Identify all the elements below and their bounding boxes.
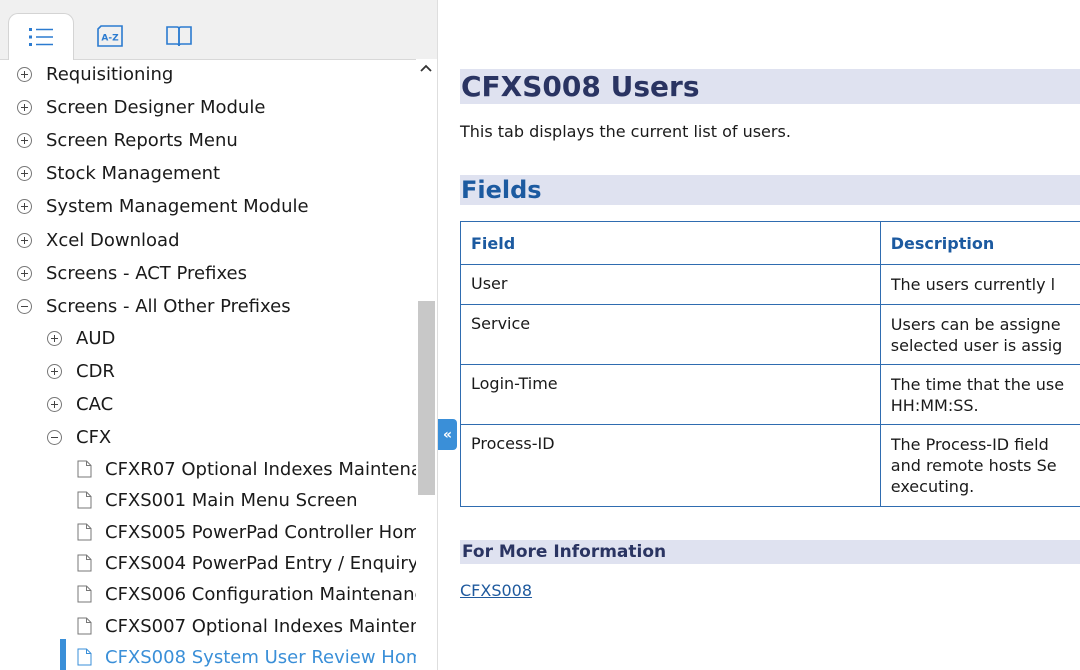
tree-item-label: Screens - ACT Prefixes [46,262,247,284]
a-z-label: A-Z [101,34,119,44]
expand-icon[interactable] [17,165,32,181]
tree-item-label: CFXS006 Configuration Maintenance [105,583,416,605]
navigation-panel: A-Z Requisitioning Screen Designer Module… [0,0,437,670]
table-header-row: Field Description [460,221,1080,265]
collapse-panel-button[interactable]: « [438,419,457,450]
page-icon [77,554,92,572]
tree-item-label: CAC [76,393,114,415]
page-icon [77,648,92,666]
tree-folder-item[interactable]: Screen Reports Menu [17,125,238,155]
page-icon [77,585,92,603]
table-row: Service Users can be assigne selected use… [460,304,1080,365]
intro-text: This tab displays the current list of us… [460,122,791,141]
tree-page-item[interactable]: CFXS007 Optional Indexes Maintenance [77,611,416,641]
page-icon [77,491,92,509]
tree-item-label: CFXS007 Optional Indexes Maintenance [105,615,416,637]
book-icon [166,26,192,47]
page-icon [77,460,92,478]
tree-item-label: Requisitioning [46,63,174,85]
field-description-text: The Process-ID field and remote hosts Se… [890,435,1057,496]
tree-folder-item[interactable]: AUD [47,323,115,353]
tree-page-item[interactable]: CFXS004 PowerPad Entry / Enquiry [77,548,416,578]
tree-page-item[interactable]: CFXS001 Main Menu Screen [77,485,357,515]
table-row: User The users currently l [460,264,1080,305]
tree-item-label: CFX [76,426,112,448]
topic-tree: Requisitioning Screen Designer Module Scre… [0,59,416,670]
related-topic-link[interactable]: CFXS008 [460,581,532,600]
column-header-field: Field [460,221,881,265]
expand-icon[interactable] [47,363,62,379]
tree-item-label: Xcel Download [46,229,180,251]
expand-icon[interactable] [17,132,32,148]
a-z-index-icon: A-Z [97,25,123,47]
tree-item-label: CFXR07 Optional Indexes Maintenance [105,458,416,480]
tree-folder-item[interactable]: Stock Management [17,158,220,188]
tree-page-item[interactable]: CFXS008 System User Review Home [77,642,416,670]
tree-item-label: Screen Reports Menu [46,129,238,151]
tree-page-item[interactable]: CFXS006 Configuration Maintenance [77,579,416,609]
fields-table: Field Description User The users currentl… [460,221,1080,507]
expand-icon[interactable] [17,232,32,248]
field-description-text: The users currently l [890,275,1056,294]
panel-divider [437,0,438,670]
tree-folder-item[interactable]: CFX [47,422,111,452]
tree-folder-item[interactable]: System Management Module [17,191,309,221]
tree-item-label: CDR [76,360,115,382]
tab-contents[interactable] [8,13,74,60]
expand-icon[interactable] [17,99,32,115]
scroll-up-arrow-icon[interactable] [419,62,433,76]
page-title: CFXS008 Users [460,69,1080,104]
field-description-cell: The users currently l [879,264,1080,305]
fields-heading: Fields [460,175,1080,205]
expand-icon[interactable] [17,198,32,214]
field-name-cell: Login-Time [460,364,881,425]
field-description-cell: The Process-ID field and remote hosts Se… [879,424,1080,507]
expand-icon[interactable] [47,330,62,346]
tab-book[interactable] [146,13,212,59]
tree-item-label: AUD [76,327,116,349]
list-icon [29,28,53,46]
tree-page-item[interactable]: CFXR07 Optional Indexes Maintenance [77,454,416,484]
tree-folder-item[interactable]: Screen Designer Module [17,92,265,122]
collapse-icon[interactable] [47,429,62,445]
table-row: Login-Time The time that the use HH:MM:SS… [460,364,1080,425]
tree-item-label: System Management Module [46,195,309,217]
tab-index[interactable]: A-Z [77,13,143,59]
tree-item-label: CFXS001 Main Menu Screen [105,489,358,511]
column-header-description: Description [879,221,1080,265]
tree-item-label: Screens - All Other Prefixes [46,295,291,317]
tree-item-label: CFXS008 System User Review Home [105,646,416,668]
tree-folder-item[interactable]: CDR [47,356,115,386]
tree-item-label: Screen Designer Module [46,96,266,118]
field-description-text: The time that the use HH:MM:SS. [890,375,1065,415]
topic-content: CFXS008 Users This tab displays the curr… [460,0,1080,670]
tree-folder-item[interactable]: Screens - All Other Prefixes [17,291,291,321]
table-row: Process-ID The Process-ID field and remot… [460,424,1080,507]
field-name-cell: User [460,264,881,305]
tree-folder-item[interactable]: Screens - ACT Prefixes [17,258,247,288]
tree-item-label: CFXS005 PowerPad Controller Home [105,521,416,543]
expand-icon[interactable] [17,66,32,82]
tree-page-item[interactable]: CFXS005 PowerPad Controller Home [77,517,416,547]
expand-icon[interactable] [17,265,32,281]
selected-item-indicator [60,639,66,670]
page-icon [77,523,92,541]
tree-folder-item[interactable]: CAC [47,389,113,419]
tree-item-label: Stock Management [46,162,221,184]
field-name-cell: Process-ID [460,424,881,507]
tree-scrollbar-thumb[interactable] [418,301,435,495]
tree-folder-item[interactable]: Xcel Download [17,225,180,255]
collapse-icon[interactable] [17,298,32,314]
nav-tab-bar: A-Z [0,0,437,60]
field-description-text: Users can be assigne selected user is as… [890,315,1063,355]
field-description-cell: Users can be assigne selected user is as… [879,304,1080,365]
page-icon [77,617,92,635]
more-info-heading: For More Information [460,540,1080,564]
field-description-cell: The time that the use HH:MM:SS. [879,364,1080,425]
field-name-cell: Service [460,304,881,365]
tree-item-label: CFXS004 PowerPad Entry / Enquiry [105,552,416,574]
tree-folder-item[interactable]: Requisitioning [17,59,173,89]
expand-icon[interactable] [47,396,62,412]
